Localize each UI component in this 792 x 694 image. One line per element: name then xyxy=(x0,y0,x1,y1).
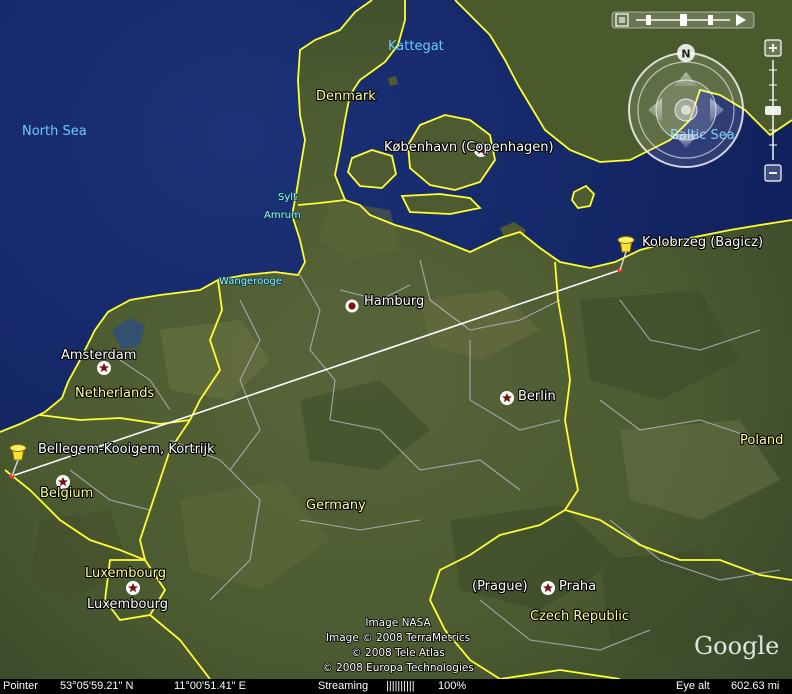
label-czech-republic: Czech Republic xyxy=(530,609,629,624)
pointer-longitude: 11°00'51.41" E xyxy=(174,680,246,692)
credit-line: Image NASA xyxy=(365,617,431,629)
compass-north-label: N xyxy=(681,48,690,61)
status-bar: Pointer 53°05'59.21" N 11°00'51.41" E St… xyxy=(0,679,792,694)
label-north-sea: North Sea xyxy=(22,124,87,139)
google-logo: Google xyxy=(694,632,779,660)
label-amsterdam: Amsterdam xyxy=(61,348,136,363)
label-sylt: Sylt xyxy=(278,192,297,203)
zoom-in-button[interactable] xyxy=(764,39,782,57)
credit-line: © 2008 Europa Technologies xyxy=(322,662,474,674)
capital-star-icon xyxy=(541,581,555,595)
city-dot-icon xyxy=(345,299,359,313)
capital-star-icon xyxy=(97,361,111,375)
label-poland: Poland xyxy=(740,433,783,448)
zoom-thumb[interactable] xyxy=(765,106,781,115)
zoom-out-button[interactable] xyxy=(764,164,782,182)
map-viewer[interactable]: North Sea Kattegat Baltic Sea Denmark Ne… xyxy=(0,0,792,694)
pointer-label: Pointer xyxy=(3,680,38,692)
label-berlin: Berlin xyxy=(518,389,556,404)
label-amrum: Amrum xyxy=(264,210,301,221)
label-belgium: Belgium xyxy=(40,486,93,501)
label-luxembourg-city: Luxembourg xyxy=(87,597,168,612)
label-praha: Praha xyxy=(559,579,596,594)
satellite-map[interactable]: North Sea Kattegat Baltic Sea Denmark Ne… xyxy=(0,0,792,679)
compass-north[interactable]: N xyxy=(677,44,695,62)
eye-alt-value: 602.63 mi xyxy=(731,680,780,692)
eye-alt-label: Eye alt xyxy=(676,680,710,692)
capital-star-icon xyxy=(500,391,514,405)
credit-line: Image © 2008 TerraMetrics xyxy=(326,632,470,644)
label-prague: (Prague) xyxy=(472,579,528,594)
label-hamburg: Hamburg xyxy=(364,294,424,309)
label-kattegat: Kattegat xyxy=(388,39,444,54)
streaming-bar: |||||||||| xyxy=(386,680,415,692)
label-denmark: Denmark xyxy=(316,89,376,104)
label-bellegem[interactable]: Bellegem-Kooigem, Kortrijk xyxy=(37,441,216,458)
credit-line: © 2008 Tele Atlas xyxy=(351,647,445,659)
label-netherlands: Netherlands xyxy=(75,386,154,401)
top-control-strip xyxy=(611,11,755,29)
label-wangerooge: Wangerooge xyxy=(219,276,282,287)
pointer-latitude: 53°05'59.21" N xyxy=(60,680,134,692)
label-luxembourg-country: Luxembourg xyxy=(85,566,166,581)
label-germany: Germany xyxy=(306,498,366,513)
streaming-label: Streaming xyxy=(318,680,369,692)
label-copenhagen: København (Copenhagen) xyxy=(384,140,554,155)
capital-star-icon xyxy=(126,581,140,595)
label-kolobrzeg[interactable]: Kolobrzeg (Bagicz) xyxy=(641,234,764,251)
streaming-percent: 100% xyxy=(438,680,467,692)
